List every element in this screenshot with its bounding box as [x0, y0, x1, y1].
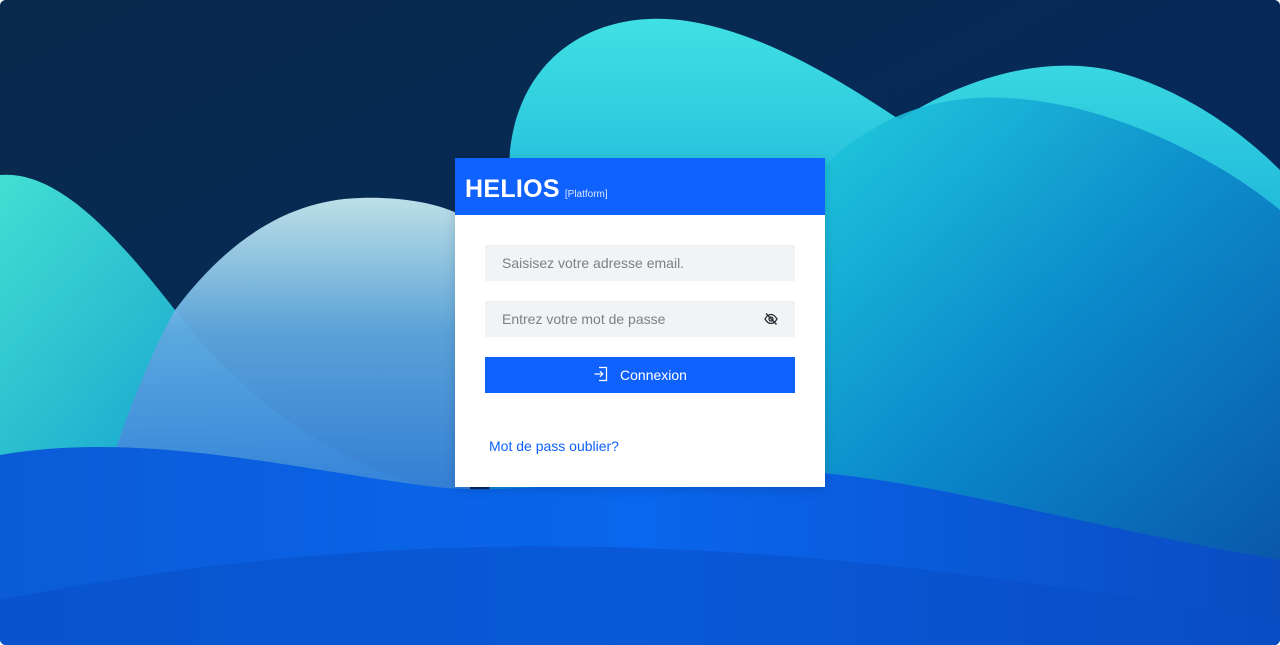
- password-field-wrapper: [485, 301, 795, 337]
- login-card: HELIOS [Platform] Connexion Mot de pass …: [455, 158, 825, 487]
- login-button-label: Connexion: [620, 367, 687, 383]
- login-button[interactable]: Connexion: [485, 357, 795, 393]
- forgot-password-link[interactable]: Mot de pass oublier?: [489, 438, 619, 454]
- password-field[interactable]: [485, 301, 795, 337]
- login-icon: [594, 366, 608, 382]
- brand-name: HELIOS: [465, 175, 560, 203]
- email-field-wrapper: [485, 245, 795, 281]
- card-header: HELIOS [Platform]: [455, 158, 825, 215]
- eye-off-icon[interactable]: [764, 312, 778, 326]
- login-form: Connexion Mot de pass oublier?: [455, 215, 825, 456]
- email-field[interactable]: [485, 245, 795, 281]
- brand-tag: [Platform]: [564, 189, 608, 200]
